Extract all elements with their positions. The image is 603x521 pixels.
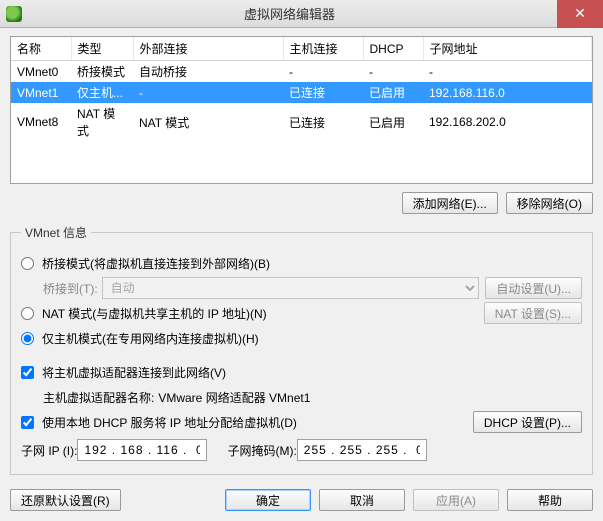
add-network-button[interactable]: 添加网络(E)... [402, 192, 498, 214]
app-icon [6, 6, 22, 22]
vmnet-info-group: VMnet 信息 桥接模式(将虚拟机直接连接到外部网络)(B) 桥接到(T): … [10, 224, 593, 475]
cell-type: 仅主机... [71, 82, 133, 103]
subnet-mask-input[interactable] [297, 439, 427, 461]
table-row[interactable]: VMnet1仅主机... -已连接已启用192.168.116.0 [11, 82, 592, 103]
col-ext[interactable]: 外部连接 [133, 37, 283, 61]
cell-name: VMnet1 [11, 82, 71, 103]
cell-name: VMnet8 [11, 103, 71, 141]
bridge-to-select: 自动 [102, 277, 480, 299]
cell-type: 桥接模式 [71, 61, 133, 83]
chk-dhcp[interactable]: 使用本地 DHCP 服务将 IP 地址分配给虚拟机(D) [21, 414, 297, 431]
cell-ext: 自动桥接 [133, 61, 283, 83]
cancel-button[interactable]: 取消 [319, 489, 405, 511]
col-name[interactable]: 名称 [11, 37, 71, 61]
chk-connect-adapter[interactable]: 将主机虚拟适配器连接到此网络(V) [21, 364, 226, 381]
radio-nat[interactable]: NAT 模式(与虚拟机共享主机的 IP 地址)(N) [21, 305, 267, 322]
cell-type: NAT 模式 [71, 103, 133, 141]
radio-hostonly[interactable]: 仅主机模式(在专用网络内连接虚拟机)(H) [21, 330, 259, 347]
cell-dhcp: 已启用 [363, 103, 423, 141]
cell-subnet: - [423, 61, 592, 83]
adapter-name-value: VMware 网络适配器 VMnet1 [158, 389, 310, 406]
subnet-ip-label: 子网 IP (I): [21, 442, 77, 459]
radio-hostonly-input[interactable] [21, 332, 34, 345]
col-host[interactable]: 主机连接 [283, 37, 363, 61]
vmnet-table[interactable]: 名称 类型 外部连接 主机连接 DHCP 子网地址 VMnet0桥接模式自动桥接… [10, 36, 593, 184]
cell-ext: NAT 模式 [133, 103, 283, 141]
dhcp-settings-button[interactable]: DHCP 设置(P)... [473, 411, 582, 433]
nat-settings-button: NAT 设置(S)... [484, 302, 582, 324]
cell-dhcp: 已启用 [363, 82, 423, 103]
bridge-to-label: 桥接到(T): [43, 280, 98, 297]
cell-name: VMnet0 [11, 61, 71, 83]
col-subnet[interactable]: 子网地址 [423, 37, 592, 61]
cell-host: - [283, 61, 363, 83]
ok-button[interactable]: 确定 [225, 489, 311, 511]
chk-dhcp-input[interactable] [21, 416, 34, 429]
window-title: 虚拟网络编辑器 [22, 4, 557, 23]
cell-ext: - [133, 82, 283, 103]
adapter-name-label: 主机虚拟适配器名称: [43, 389, 154, 406]
cell-subnet: 192.168.116.0 [423, 82, 592, 103]
restore-defaults-button[interactable]: 还原默认设置(R) [10, 489, 121, 511]
vmnet-info-legend: VMnet 信息 [21, 224, 91, 241]
table-row[interactable]: VMnet8NAT 模式NAT 模式已连接已启用192.168.202.0 [11, 103, 592, 141]
close-button[interactable]: ✕ [557, 0, 603, 28]
remove-network-button[interactable]: 移除网络(O) [506, 192, 593, 214]
auto-settings-button: 自动设置(U)... [485, 277, 582, 299]
cell-host: 已连接 [283, 82, 363, 103]
apply-button: 应用(A) [413, 489, 499, 511]
radio-bridge[interactable]: 桥接模式(将虚拟机直接连接到外部网络)(B) [21, 255, 270, 272]
cell-host: 已连接 [283, 103, 363, 141]
radio-nat-input[interactable] [21, 307, 34, 320]
col-dhcp[interactable]: DHCP [363, 37, 423, 61]
subnet-ip-input[interactable] [77, 439, 207, 461]
radio-bridge-input[interactable] [21, 257, 34, 270]
col-type[interactable]: 类型 [71, 37, 133, 61]
subnet-mask-label: 子网掩码(M): [227, 442, 296, 459]
cell-subnet: 192.168.202.0 [423, 103, 592, 141]
cell-dhcp: - [363, 61, 423, 83]
table-row[interactable]: VMnet0桥接模式自动桥接--- [11, 61, 592, 83]
help-button[interactable]: 帮助 [507, 489, 593, 511]
chk-connect-adapter-input[interactable] [21, 366, 34, 379]
